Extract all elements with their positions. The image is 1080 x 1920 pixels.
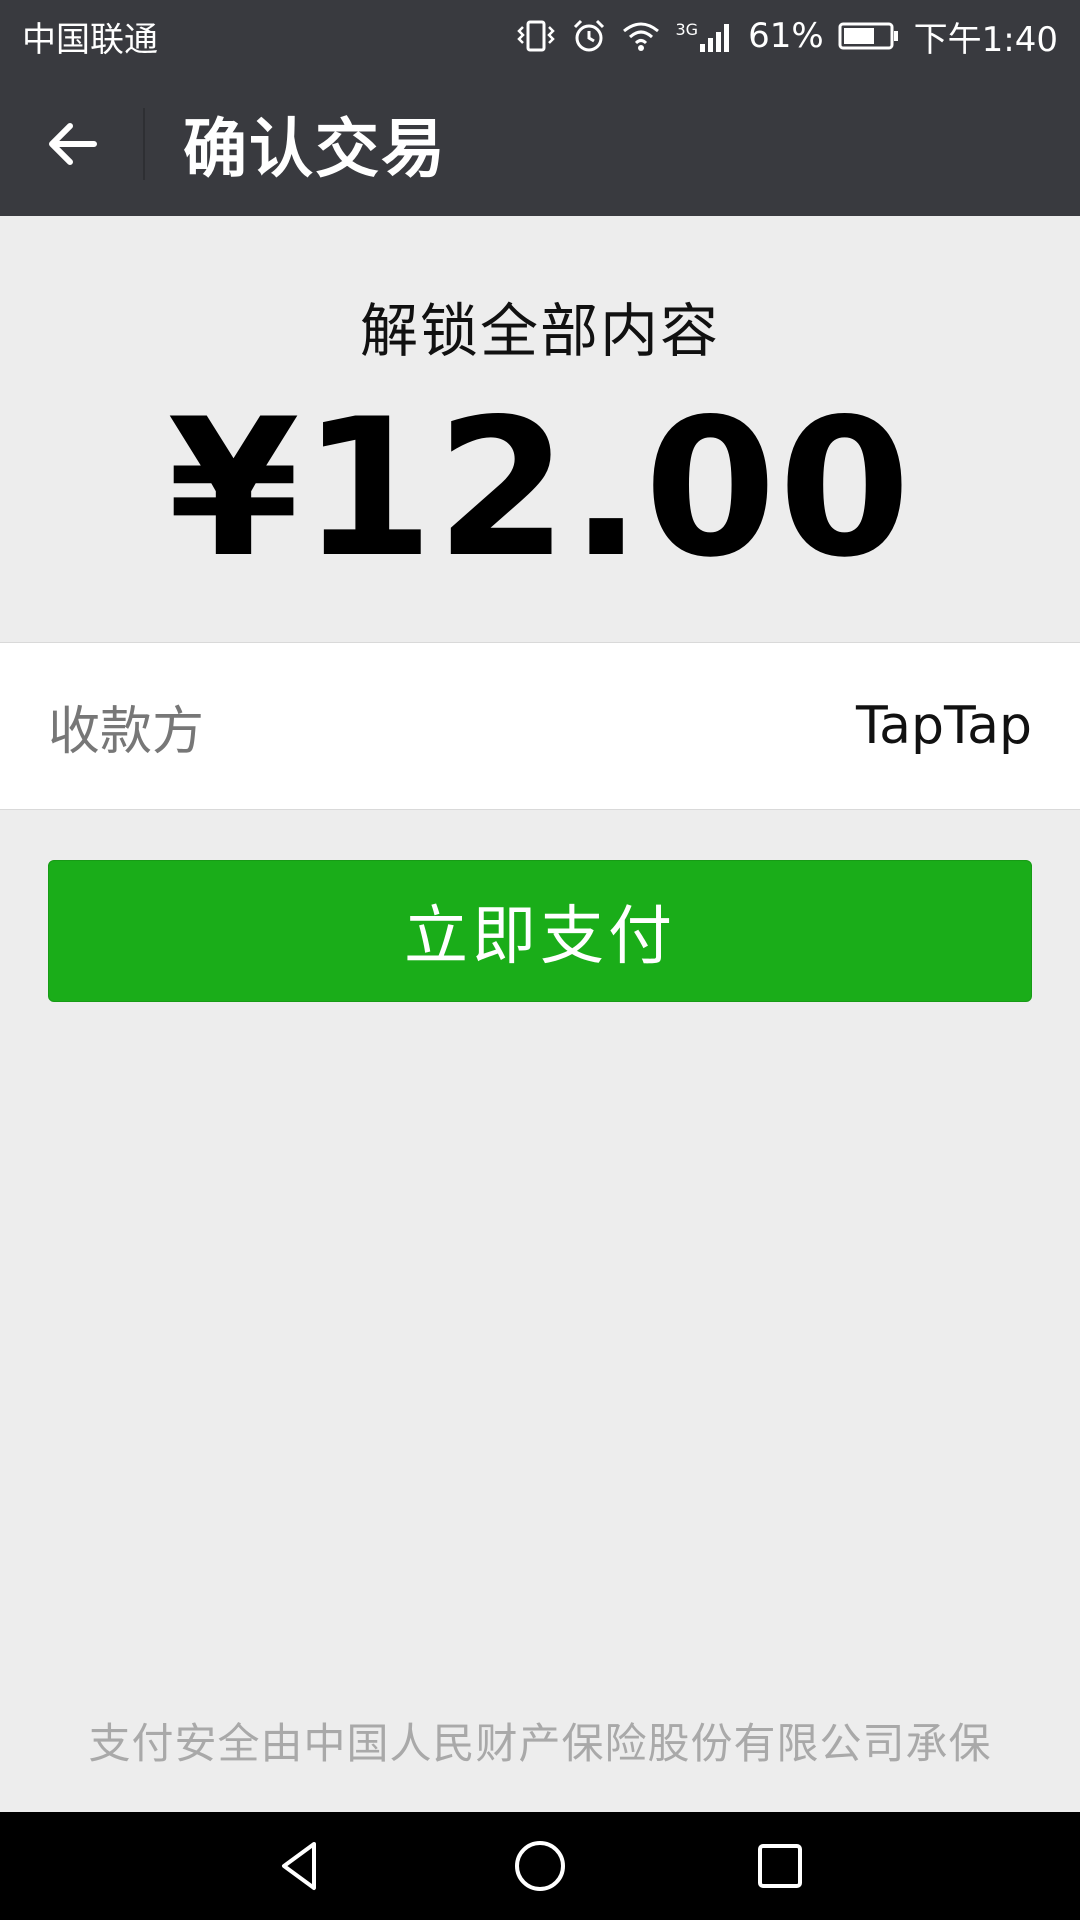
item-name: 解锁全部内容 bbox=[359, 297, 720, 365]
battery-percent: 61% bbox=[748, 16, 824, 56]
insurance-note: 支付安全由中国人民财产保险股份有限公司承保 bbox=[88, 1719, 992, 1768]
pay-now-button[interactable]: 立即支付 bbox=[48, 860, 1032, 1002]
signal-icon: 3G bbox=[675, 20, 734, 52]
arrow-left-icon bbox=[48, 123, 97, 165]
nav-back-button[interactable] bbox=[255, 1821, 345, 1911]
battery-icon bbox=[838, 21, 900, 51]
payment-summary: 解锁全部内容 ¥12.00 bbox=[0, 216, 1080, 642]
alarm-icon bbox=[571, 18, 607, 54]
nav-home-button[interactable] bbox=[495, 1821, 585, 1911]
back-button[interactable] bbox=[0, 108, 145, 180]
payee-value: TapTap bbox=[855, 696, 1032, 756]
nav-recents-button[interactable] bbox=[735, 1821, 825, 1911]
clock: 下午1:40 bbox=[913, 19, 1058, 60]
page-title: 确认交易 bbox=[183, 113, 447, 187]
recents-square-icon bbox=[758, 1844, 802, 1888]
home-circle-icon bbox=[515, 1841, 565, 1891]
wifi-icon bbox=[621, 19, 661, 53]
vibrate-icon bbox=[515, 19, 557, 53]
network-type: 3G bbox=[675, 20, 699, 39]
back-triangle-icon bbox=[282, 1842, 316, 1890]
status-icons: 3G 61% 下午1:40 bbox=[515, 12, 1058, 61]
payee-label: 收款方 bbox=[48, 701, 205, 762]
carrier-name: 中国联通 bbox=[22, 19, 158, 60]
status-bar: 中国联通 3G 61% 下午1:40 bbox=[0, 0, 1080, 72]
payment-amount: ¥12.00 bbox=[167, 378, 913, 599]
title-bar: 确认交易 bbox=[0, 72, 1080, 216]
payee-row: 收款方 TapTap bbox=[0, 642, 1080, 810]
system-navigation-bar bbox=[0, 1812, 1080, 1920]
